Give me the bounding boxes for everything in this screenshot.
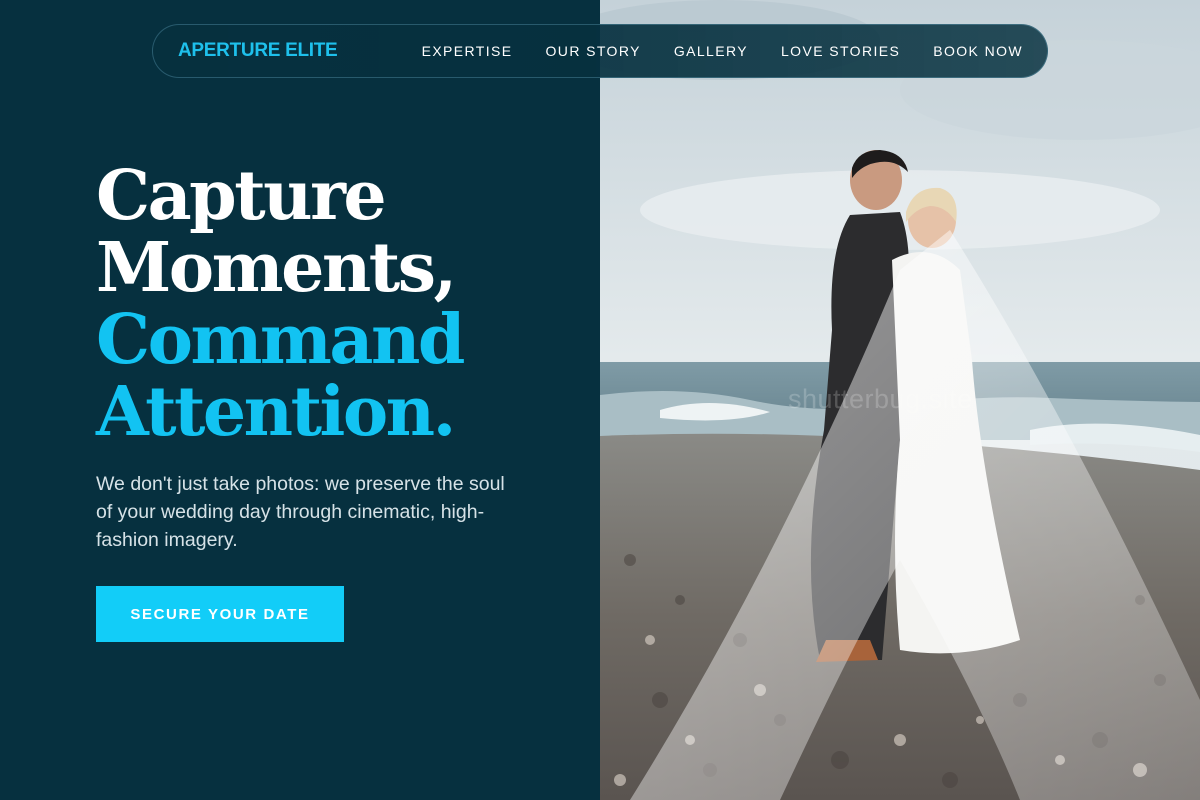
nav-link-gallery[interactable]: GALLERY [674,43,748,59]
nav-link-our-story[interactable]: OUR STORY [546,43,641,59]
headline-line-4: Attention. [96,372,456,452]
headline-line-3: Command [96,300,465,380]
nav-link-love-stories[interactable]: LOVE STORIES [781,43,900,59]
headline-line-2: Moments, [96,228,457,308]
main-navbar: APERTURE ELITE EXPERTISE OUR STORY GALLE… [152,24,1048,78]
hero-headline: Capture Moments, Command Attention. [96,156,465,452]
hero-subtext: We don't just take photos: we preserve t… [96,473,505,551]
nav-link-expertise[interactable]: EXPERTISE [422,43,513,59]
nav-links: EXPERTISE OUR STORY GALLERY LOVE STORIES… [422,43,1023,59]
nav-link-book-now[interactable]: BOOK NOW [933,43,1023,59]
photo-watermark: shutterbug.site [788,384,973,414]
headline-line-1: Capture [96,156,387,236]
brand-logo[interactable]: APERTURE ELITE [178,40,338,62]
secure-your-date-button[interactable]: SECURE YOUR DATE [96,586,344,642]
